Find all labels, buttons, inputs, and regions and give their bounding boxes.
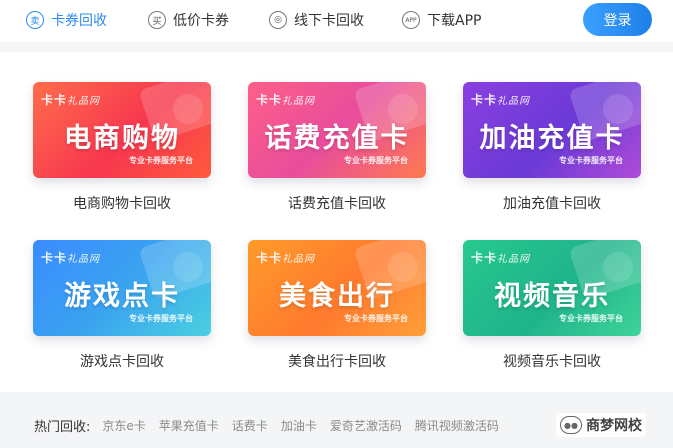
card-slogan: 专业卡券服务平台	[129, 314, 193, 323]
nav-item-card-recycle[interactable]: 卖 卡券回收	[26, 10, 107, 30]
card-banner[interactable]: 卡卡礼品网 美食出行 专业卡券服务平台	[248, 240, 426, 336]
card-slogan: 专业卡券服务平台	[344, 156, 408, 165]
brand-logo: 卡卡礼品网	[41, 251, 101, 265]
hot-link-fuel-card[interactable]: 加油卡	[281, 417, 317, 434]
card-title: 电商购物	[64, 123, 180, 154]
card-slogan: 专业卡券服务平台	[559, 156, 623, 165]
card-category-fuel[interactable]: 卡卡礼品网 加油充值卡 专业卡券服务平台 加油充值卡回收	[463, 82, 641, 213]
brand-logo: 卡卡礼品网	[471, 251, 531, 265]
card-slogan: 专业卡券服务平台	[559, 314, 623, 323]
card-category-game[interactable]: 卡卡礼品网 游戏点卡 专业卡券服务平台 游戏点卡回收	[33, 240, 211, 371]
card-label[interactable]: 美食出行卡回收	[248, 351, 426, 371]
card-category-panel: 卡卡礼品网 电商购物 专业卡券服务平台 电商购物卡回收 卡卡礼品网 话费充值卡 …	[0, 52, 673, 392]
app-icon: APP	[402, 11, 420, 29]
hot-link-tencent-video-code[interactable]: 腾讯视频激活码	[415, 417, 499, 434]
globe-icon: ◎	[269, 11, 287, 29]
card-banner[interactable]: 卡卡礼品网 话费充值卡 专业卡券服务平台	[248, 82, 426, 178]
login-button[interactable]: 登录	[583, 3, 652, 36]
nav-item-label: 卡券回收	[51, 13, 107, 29]
card-banner[interactable]: 卡卡礼品网 电商购物 专业卡券服务平台	[33, 82, 211, 178]
card-label[interactable]: 视频音乐卡回收	[463, 351, 641, 371]
card-banner[interactable]: 卡卡礼品网 视频音乐 专业卡券服务平台	[463, 240, 641, 336]
card-category-phone-topup[interactable]: 卡卡礼品网 话费充值卡 专业卡券服务平台 话费充值卡回收	[248, 82, 426, 213]
nav-item-download-app[interactable]: APP 下载APP	[402, 10, 481, 30]
brand-logo: 卡卡礼品网	[471, 93, 531, 107]
hot-link-apple-card[interactable]: 苹果充值卡	[159, 417, 219, 434]
nav-item-label: 线下卡回收	[294, 13, 364, 29]
card-label[interactable]: 话费充值卡回收	[248, 193, 426, 213]
hot-link-iqiyi-code[interactable]: 爱奇艺激活码	[330, 417, 402, 434]
card-title: 游戏点卡	[64, 281, 180, 312]
brand-logo: 卡卡礼品网	[256, 93, 316, 107]
card-label[interactable]: 加油充值卡回收	[463, 193, 641, 213]
watermark-text: 商梦网校	[586, 418, 642, 434]
nav-item-offline-recycle[interactable]: ◎ 线下卡回收	[269, 10, 364, 30]
top-nav: 卖 卡券回收 买 低价卡券 ◎ 线下卡回收 APP 下载APP 登录	[0, 0, 673, 42]
card-label[interactable]: 游戏点卡回收	[33, 351, 211, 371]
hot-link-phone-card[interactable]: 话费卡	[232, 417, 268, 434]
brand-logo: 卡卡礼品网	[256, 251, 316, 265]
nav-item-label: 下载APP	[427, 13, 482, 29]
card-title: 话费充值卡	[264, 123, 410, 154]
card-label[interactable]: 电商购物卡回收	[33, 193, 211, 213]
card-banner[interactable]: 卡卡礼品网 加油充值卡 专业卡券服务平台	[463, 82, 641, 178]
card-category-ecommerce[interactable]: 卡卡礼品网 电商购物 专业卡券服务平台 电商购物卡回收	[33, 82, 211, 213]
buy-icon: 买	[148, 11, 166, 29]
nav-item-label: 低价卡券	[173, 13, 229, 29]
brand-logo: 卡卡礼品网	[41, 93, 101, 107]
card-title: 美食出行	[279, 281, 395, 312]
card-title: 视频音乐	[494, 281, 610, 312]
card-title: 加油充值卡	[479, 123, 625, 154]
wechat-icon: ●●	[560, 416, 582, 434]
card-slogan: 专业卡券服务平台	[129, 156, 193, 165]
card-category-food-travel[interactable]: 卡卡礼品网 美食出行 专业卡券服务平台 美食出行卡回收	[248, 240, 426, 371]
nav-item-cheap-cards[interactable]: 买 低价卡券	[148, 10, 229, 30]
hot-link-jd-ecard[interactable]: 京东e卡	[102, 417, 145, 434]
watermark: ●● 商梦网校	[556, 413, 646, 437]
sell-icon: 卖	[26, 11, 44, 29]
hot-recycle-title: 热门回收:	[34, 419, 91, 435]
card-slogan: 专业卡券服务平台	[344, 314, 408, 323]
hot-recycle-row: 热门回收: 京东e卡 苹果充值卡 话费卡 加油卡 爱奇艺激活码 腾讯视频激活码	[34, 415, 512, 435]
card-category-video-music[interactable]: 卡卡礼品网 视频音乐 专业卡券服务平台 视频音乐卡回收	[463, 240, 641, 371]
card-banner[interactable]: 卡卡礼品网 游戏点卡 专业卡券服务平台	[33, 240, 211, 336]
